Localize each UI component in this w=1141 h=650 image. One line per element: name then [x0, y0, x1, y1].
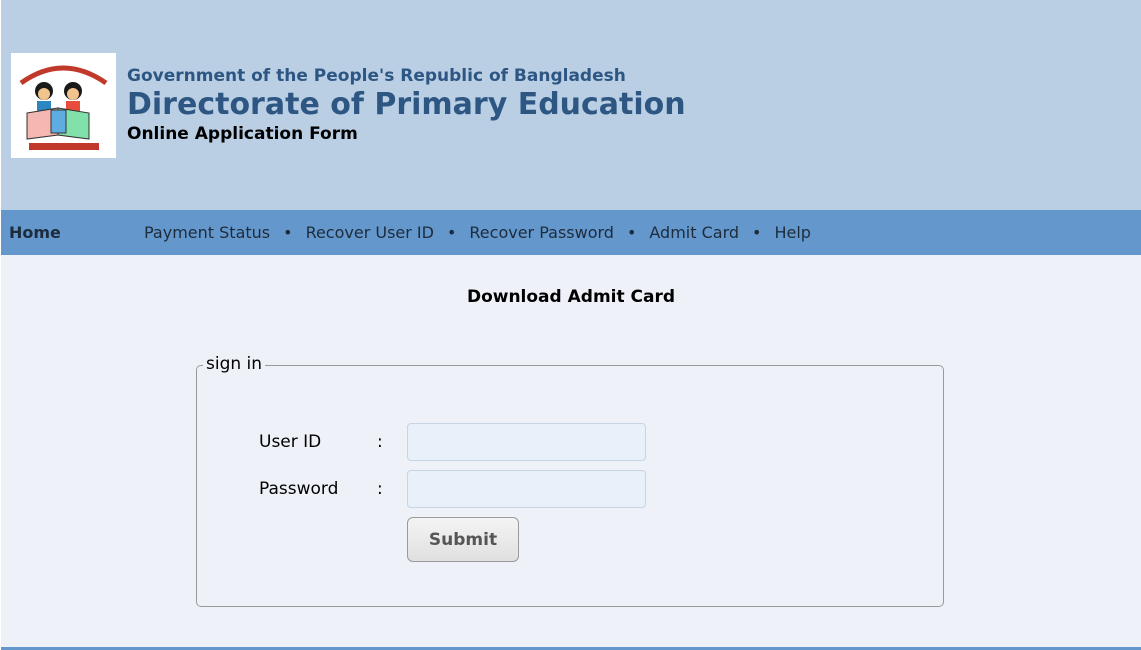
nav-links: Payment Status • Recover User ID • Recov… — [144, 223, 811, 242]
nav-home-link[interactable]: Home — [9, 223, 61, 242]
nav-separator: • — [752, 223, 762, 242]
user-id-label: User ID — [259, 432, 322, 452]
nav-separator: • — [283, 223, 293, 242]
nav-payment-status-link[interactable]: Payment Status — [144, 223, 270, 242]
form-legend: sign in — [203, 354, 266, 374]
nav-recover-password-link[interactable]: Recover Password — [469, 223, 614, 242]
dpe-logo-image — [11, 53, 116, 158]
nav-help-link[interactable]: Help — [774, 223, 810, 242]
directorate-title: Directorate of Primary Education — [127, 87, 686, 122]
submit-button[interactable]: Submit — [407, 517, 519, 562]
page: Government of the People's Republic of B… — [1, 0, 1141, 650]
password-input[interactable] — [407, 470, 646, 508]
nav-separator: • — [626, 223, 637, 242]
page-title: Download Admit Card — [466, 287, 676, 307]
application-subtitle: Online Application Form — [127, 124, 358, 144]
nav-admit-card-link[interactable]: Admit Card — [649, 223, 739, 242]
user-id-colon: : — [377, 432, 383, 452]
password-colon: : — [377, 479, 383, 499]
user-id-input[interactable] — [407, 423, 646, 461]
password-label: Password — [259, 479, 339, 499]
sign-in-form: sign in User ID : Password : Submit — [196, 354, 944, 607]
nav-separator: • — [446, 223, 457, 242]
government-title: Government of the People's Republic of B… — [127, 66, 626, 86]
header: Government of the People's Republic of B… — [1, 0, 1141, 210]
dpe-logo — [11, 53, 116, 158]
nav-bar: Home Payment Status • Recover User ID • … — [1, 210, 1141, 255]
nav-recover-user-id-link[interactable]: Recover User ID — [306, 223, 434, 242]
